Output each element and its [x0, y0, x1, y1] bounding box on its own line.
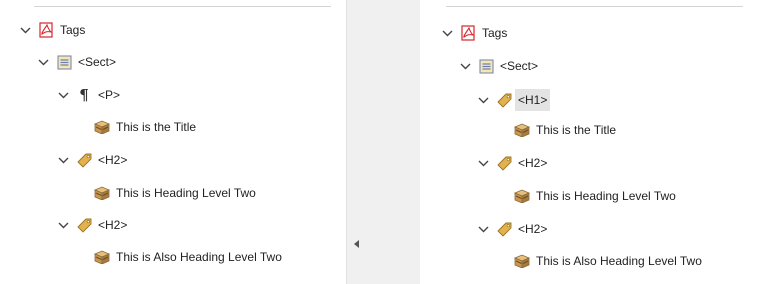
section-icon [56, 54, 72, 70]
tree-node-h2[interactable]: <H2> [476, 218, 547, 240]
tree-node-label: <H2> [518, 222, 548, 236]
tree-node-label: Tags [60, 23, 86, 37]
right-panel-top-divider [446, 6, 743, 7]
tree-node-label: <Sect> [78, 55, 117, 69]
gutter-divider [346, 0, 347, 284]
tree-node-label: <H2> [98, 218, 128, 232]
tree-node-label: Tags [482, 26, 508, 40]
chevron-down-icon[interactable] [458, 59, 472, 73]
tree-node-h2[interactable]: <H2> [476, 152, 547, 174]
tree-node-label: <H2> [518, 156, 548, 170]
tree-node-label: This is the Title [116, 120, 197, 134]
chevron-down-icon[interactable] [56, 153, 70, 167]
tree-node-label: This is Also Heading Level Two [116, 250, 282, 264]
tree-node-label: <H2> [98, 153, 128, 167]
chevron-down-icon[interactable] [36, 55, 50, 69]
chevron-down-icon[interactable] [476, 93, 490, 107]
tag-icon [496, 92, 512, 108]
chevron-down-icon[interactable] [476, 222, 490, 236]
tree-node-label: <P> [98, 88, 121, 102]
tree-node-p[interactable]: ¶ <P> [56, 84, 120, 106]
tree-node-h2[interactable]: <H2> [56, 214, 127, 236]
left-tags-panel: Tags <Sect> ¶ <P> This is the Title <H2>… [0, 0, 346, 284]
content-box-icon [94, 119, 110, 135]
chevron-down-icon[interactable] [476, 156, 490, 170]
tree-node-label: This is Also Heading Level Two [536, 254, 702, 268]
tree-node-title-content[interactable]: This is the Title [94, 116, 196, 138]
content-box-icon [514, 188, 530, 204]
tree-node-h1[interactable]: <H1> [476, 89, 551, 111]
tree-node-also-heading-two-content[interactable]: This is Also Heading Level Two [94, 246, 282, 268]
tree-node-heading-two-content[interactable]: This is Heading Level Two [514, 185, 676, 207]
tree-node-also-heading-two-content[interactable]: This is Also Heading Level Two [514, 250, 702, 272]
pdf-icon [460, 25, 476, 41]
tree-node-label: This is the Title [536, 123, 617, 137]
tag-icon [76, 217, 92, 233]
content-box-icon [94, 185, 110, 201]
tree-node-title-content[interactable]: This is the Title [514, 119, 616, 141]
tree-node-sect[interactable]: <Sect> [458, 55, 538, 77]
tag-icon [76, 152, 92, 168]
chevron-down-icon[interactable] [56, 218, 70, 232]
left-panel-top-divider [34, 6, 331, 7]
tree-node-label: This is Heading Level Two [116, 186, 256, 200]
tree-node-tags[interactable]: Tags [440, 22, 507, 44]
pdf-icon [38, 22, 54, 38]
chevron-down-icon[interactable] [440, 26, 454, 40]
tree-node-label: This is Heading Level Two [536, 189, 676, 203]
chevron-down-icon[interactable] [56, 88, 70, 102]
tree-node-sect[interactable]: <Sect> [36, 51, 116, 73]
content-box-icon [514, 253, 530, 269]
tree-node-label-selected: <H1> [515, 89, 551, 111]
tag-icon [496, 155, 512, 171]
right-tags-panel: Tags <Sect> <H1> This is the Title <H2> … [426, 0, 763, 284]
paragraph-icon: ¶ [79, 86, 89, 104]
tag-icon [496, 221, 512, 237]
tree-node-heading-two-content[interactable]: This is Heading Level Two [94, 182, 256, 204]
content-box-icon [94, 249, 110, 265]
tree-node-label: <Sect> [500, 59, 539, 73]
chevron-down-icon[interactable] [18, 23, 32, 37]
tree-node-tags[interactable]: Tags [18, 19, 85, 41]
tree-node-h2[interactable]: <H2> [56, 149, 127, 171]
content-box-icon [514, 122, 530, 138]
scroll-left-arrow-icon[interactable] [354, 240, 359, 248]
section-icon [478, 58, 494, 74]
